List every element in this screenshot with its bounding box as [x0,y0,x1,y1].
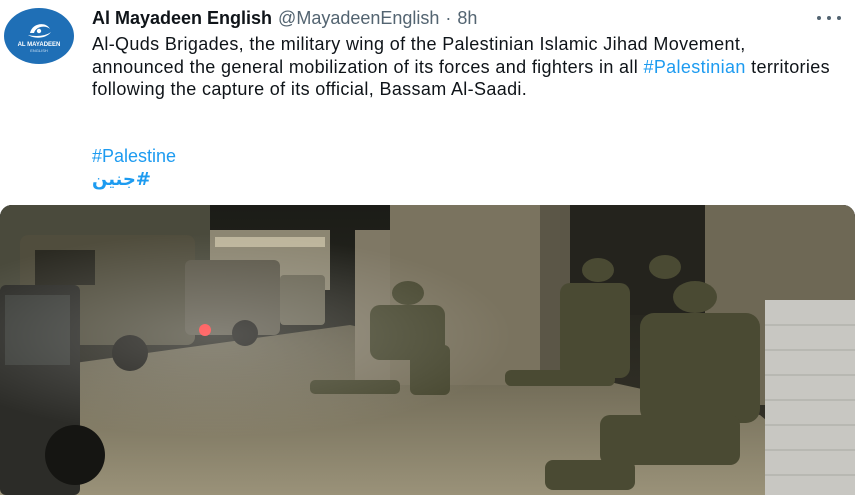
tweet-media-photo[interactable] [0,205,855,495]
more-dot-icon [817,16,821,20]
avatar-brand-subtext: ENGLISH [30,48,48,53]
al-mayadeen-logo-icon [28,24,51,38]
tweet-header: Al Mayadeen English @MayadeenEnglish · 8… [92,8,477,30]
author-name[interactable]: Al Mayadeen English [92,8,272,29]
hashtag-link-palestine[interactable]: #Palestine [92,145,176,168]
more-options-button[interactable] [817,10,841,26]
more-dot-icon [827,16,831,20]
author-handle[interactable]: @MayadeenEnglish [278,8,439,29]
tweet-text: Al-Quds Brigades, the military wing of t… [92,33,837,101]
hashtag-link-palestinian[interactable]: #Palestinian [643,57,745,77]
night-raid-photo [0,205,855,495]
hashtag-list: #Palestine #جنين [92,145,176,191]
separator-dot: · [445,8,452,28]
tweet[interactable]: AL MAYADEEN ENGLISH Al Mayadeen English … [0,0,855,495]
tweet-timestamp[interactable]: 8h [457,8,477,29]
avatar[interactable]: AL MAYADEEN ENGLISH [4,8,74,64]
hashtag-link-jenin[interactable]: #جنين [92,168,176,191]
more-dot-icon [837,16,841,20]
